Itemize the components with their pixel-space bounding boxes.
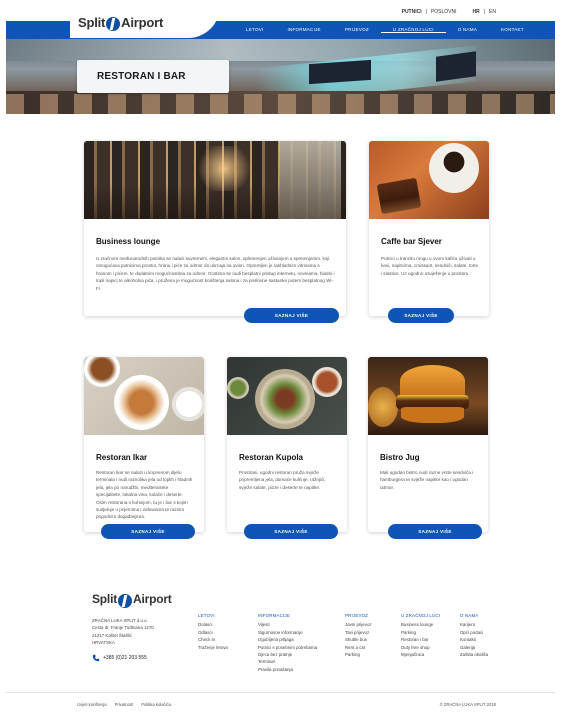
- footer-link[interactable]: Vijesti: [258, 621, 317, 628]
- footer-phone[interactable]: +385 (0)21 203 555: [92, 654, 147, 662]
- footer-col-heading: U ZRAČNOJ LUCI: [401, 613, 441, 618]
- logo-mark-icon: [106, 17, 121, 31]
- card-caffe-bar-sjever: Caffe bar Sjever Putnici u tranzitu mogu…: [369, 141, 489, 316]
- phone-icon: [92, 654, 100, 662]
- lang-separator: |: [483, 9, 486, 15]
- footer-col-letovi: LETOVI Dolasci Odlasci Check in Traženje…: [198, 612, 228, 651]
- nav-item-kontakt[interactable]: KONTAKT: [489, 27, 536, 33]
- site-logo[interactable]: Split Airport: [70, 6, 220, 38]
- card-title: Business lounge: [96, 237, 161, 246]
- audience-passengers-link[interactable]: PUTNICI: [402, 9, 422, 15]
- footer-link[interactable]: Djeca bez pratnje: [258, 651, 317, 658]
- utility-separator: |: [425, 9, 427, 15]
- page-title: RESTORAN I BAR: [97, 71, 186, 82]
- footer-link[interactable]: Duty free shop: [401, 644, 440, 651]
- hero-title-box: RESTORAN I BAR: [77, 60, 229, 93]
- footer-link[interactable]: Parking: [401, 629, 440, 636]
- cookies-link[interactable]: Politika kolačića: [141, 702, 171, 707]
- footer-col-prijevoz: PRIJEVOZ Javni prijevoz Taxi prijevoz Sh…: [345, 612, 372, 658]
- footer-link[interactable]: Kontakti: [460, 636, 488, 643]
- address-line: HRVATSKA: [92, 639, 115, 645]
- footer-link[interactable]: Pravila ponašanja: [258, 666, 317, 673]
- footer-link[interactable]: Check in: [198, 636, 228, 643]
- footer-legal-links: Uvjeti korištenja Privatnost Politika ko…: [77, 702, 171, 707]
- card-description: Mali ugodan bistro nudi razne vrste send…: [380, 470, 474, 490]
- card-title: Caffe bar Sjever: [381, 237, 442, 246]
- footer-link[interactable]: Restoran i bar: [401, 636, 440, 643]
- card-description: Putnici u tranzitu mogu u ovom kafiću už…: [381, 256, 479, 276]
- footer-address: ZRAČNA LUKA SPLIT d.o.o. Cesta dr. Franj…: [92, 617, 154, 646]
- restoran-kupola-more-button[interactable]: SAZNAJ VIŠE: [244, 524, 338, 539]
- nav-item-o-nama[interactable]: O NAMA: [446, 27, 489, 33]
- footer-logo[interactable]: Split Airport: [92, 592, 172, 608]
- footer-link[interactable]: Putnici s posebnim potrebama: [258, 644, 317, 651]
- copyright: © ZRAČNA LUKA SPLIT 2018: [439, 702, 496, 707]
- card-title: Restoran Kupola: [239, 453, 304, 462]
- footer-link[interactable]: Opći podaci: [460, 629, 488, 636]
- caffe-bar-image: [369, 141, 489, 219]
- footer-col-heading: LETOVI: [198, 613, 215, 618]
- footer-link[interactable]: Dolasci: [198, 621, 228, 628]
- privacy-link[interactable]: Privatnost: [115, 702, 134, 707]
- footer-link[interactable]: Traženje letova: [198, 644, 228, 651]
- footer-col-u-zracnoj-luci: U ZRAČNOJ LUCI Business lounge Parking R…: [401, 612, 440, 658]
- lang-hr-link[interactable]: HR: [473, 9, 480, 15]
- bistro-jug-more-button[interactable]: SAZNAJ VIŠE: [388, 524, 482, 539]
- footer-col-o-nama: O NAMA Karijera Opći podaci Kontakti Gal…: [460, 612, 488, 658]
- bistro-jug-image: [368, 357, 488, 435]
- logo-text-left: Split: [78, 14, 106, 30]
- address-line: ZRAČNA LUKA SPLIT d.o.o.: [92, 618, 148, 623]
- footer-link[interactable]: Odlasci: [198, 629, 228, 636]
- restoran-kupola-image: [227, 357, 347, 435]
- address-line: 21217 Kaštel Štafilić: [92, 632, 132, 638]
- footer-link[interactable]: Business lounge: [401, 621, 440, 628]
- footer-link[interactable]: Mjenjačnica: [401, 651, 440, 658]
- nav-item-prijevoz[interactable]: PRIJEVOZ: [333, 27, 381, 33]
- caffe-bar-more-button[interactable]: SAZNAJ VIŠE: [388, 308, 454, 323]
- card-title: Bistro Jug: [380, 453, 420, 462]
- card-description: Restoran Ikar se nalazi u kopnenom dijel…: [96, 470, 193, 520]
- footer-link[interactable]: Rent a car: [345, 644, 372, 651]
- address-line: Cesta dr. Franje Tuđmana 1270: [92, 625, 154, 631]
- card-business-lounge: Business lounge U zračnom međunarodnih p…: [84, 141, 346, 316]
- footer-link[interactable]: Terminal: [258, 658, 317, 665]
- restoran-ikar-image: [84, 357, 204, 435]
- footer-col-informacije: INFORMACIJE Vijesti Sigurnosne informaci…: [258, 612, 317, 673]
- logo-text-right: Airport: [121, 14, 164, 30]
- footer-link[interactable]: Taxi prijevoz: [345, 629, 372, 636]
- footer-divider: [6, 692, 555, 693]
- footer-link[interactable]: Karijera: [460, 621, 488, 628]
- footer-link[interactable]: Parking: [345, 651, 372, 658]
- card-description: Prostrani, ugodni restoran pruža svježe …: [239, 470, 326, 490]
- footer-link[interactable]: Javni prijevoz: [345, 621, 372, 628]
- footer-link[interactable]: Sigurnosne informacije: [258, 629, 317, 636]
- footer-col-heading: O NAMA: [460, 613, 479, 618]
- footer-link[interactable]: Galerija: [460, 644, 488, 651]
- footer-logo-mark-icon: [118, 594, 132, 608]
- footer-link[interactable]: Zaštita okoliša: [460, 651, 488, 658]
- lang-en-link[interactable]: EN: [489, 9, 496, 15]
- nav-item-u-zracnoj-luci[interactable]: U ZRAČNOJ LUCI: [380, 27, 446, 33]
- card-description: U zračnom međunarodnih putnika se nalazi…: [96, 256, 335, 291]
- business-lounge-more-button[interactable]: SAZNAJ VIŠE: [244, 308, 339, 323]
- card-bistro-jug: Bistro Jug Mali ugodan bistro nudi razne…: [368, 357, 488, 532]
- footer-col-heading: INFORMACIJE: [258, 613, 290, 618]
- audience-business-link[interactable]: POSLOVNI: [431, 9, 457, 15]
- footer-col-heading: PRIJEVOZ: [345, 613, 369, 618]
- footer-logo-text-right: Airport: [133, 592, 172, 606]
- phone-number: +385 (0)21 203 555: [103, 655, 147, 661]
- footer-link[interactable]: Izgubljena prtljaga: [258, 636, 317, 643]
- business-lounge-image: [84, 141, 346, 219]
- nav-item-informacije[interactable]: INFORMACIJE: [275, 27, 332, 33]
- restoran-ikar-more-button[interactable]: SAZNAJ VIŠE: [101, 524, 195, 539]
- footer-logo-text-left: Split: [92, 592, 117, 606]
- card-title: Restoran Ikar: [96, 453, 148, 462]
- utility-links: PUTNICI | POSLOVNI HR | EN: [402, 9, 496, 15]
- terms-link[interactable]: Uvjeti korištenja: [77, 702, 107, 707]
- card-restoran-ikar: Restoran Ikar Restoran Ikar se nalazi u …: [84, 357, 204, 532]
- card-restoran-kupola: Restoran Kupola Prostrani, ugodni restor…: [227, 357, 347, 532]
- nav-item-letovi[interactable]: LETOVI: [234, 27, 275, 33]
- footer-link[interactable]: Shuttle bus: [345, 636, 372, 643]
